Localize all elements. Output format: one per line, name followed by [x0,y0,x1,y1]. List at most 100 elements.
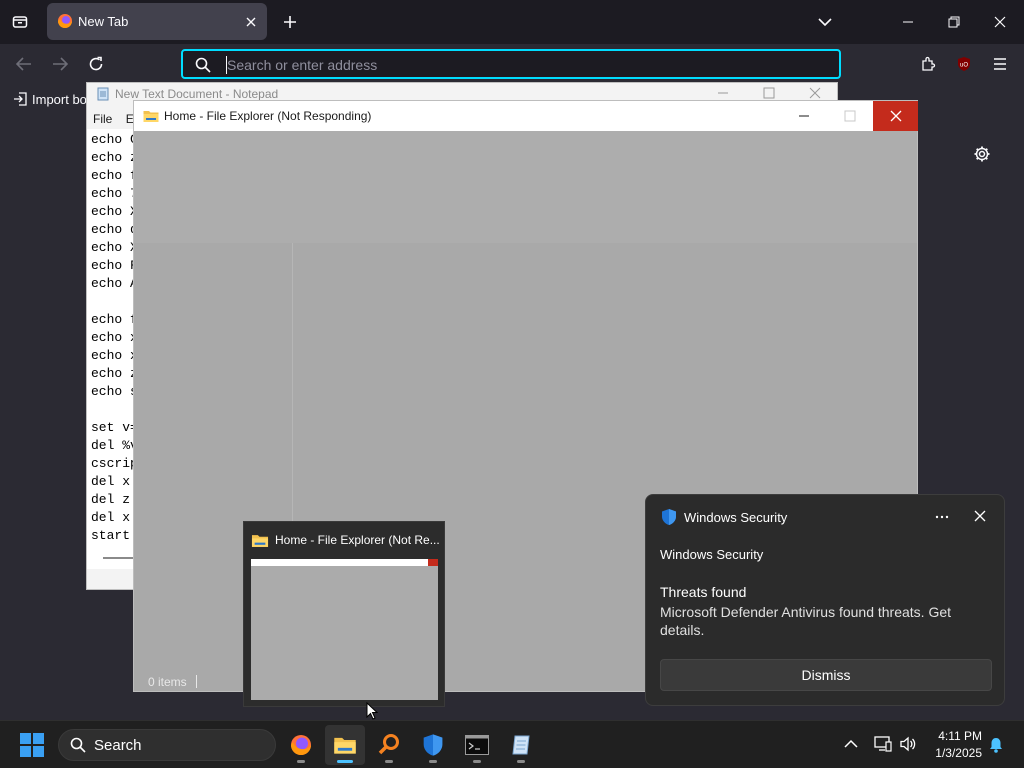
taskbar-search[interactable]: Search [58,729,276,761]
ublock-origin-icon[interactable]: uO [950,50,978,78]
folder-icon [251,533,269,548]
import-bookmarks-link[interactable]: Import bo [32,92,87,107]
text-line: start [91,528,138,543]
firefox-view-icon[interactable] [6,8,34,36]
search-icon [195,57,211,73]
text-line: cscrip [91,456,138,471]
taskbar-thumbnail[interactable]: Home - File Explorer (Not Re... [243,521,445,707]
menu-icon[interactable] [986,50,1014,78]
status-item-count: 0 items [148,675,187,689]
tab-new-tab[interactable]: New Tab [47,3,267,40]
text-line: echo F [91,258,138,273]
forward-arrow-icon[interactable] [46,50,74,78]
back-arrow-icon[interactable] [10,50,38,78]
notification-heading: Threats found [660,584,747,600]
windows-security-icon[interactable] [413,725,453,765]
browser-tabstrip: New Tab [0,0,1024,44]
start-button[interactable] [20,733,44,757]
notification-bell-icon[interactable] [988,736,1004,754]
preview-titlebar [251,559,438,566]
text-line: echo 7 [91,186,138,201]
running-indicator [429,760,437,763]
text-line: echo f [91,168,138,183]
explorer-close-button[interactable] [873,101,918,131]
text-line: del x [91,510,138,525]
explorer-maximize-icon[interactable] [844,110,856,122]
text-line: echo d [91,222,138,237]
notepad-icon [96,87,110,101]
file-explorer-icon[interactable] [325,725,365,765]
search-icon [70,737,86,753]
running-indicator [473,760,481,763]
notification-header: Windows Security [660,547,764,562]
notepad-minimize-icon[interactable] [717,87,729,99]
restore-icon[interactable] [940,8,968,36]
terminal-icon[interactable] [457,725,497,765]
minimize-icon[interactable] [894,8,922,36]
chevron-up-icon[interactable] [844,739,858,749]
notification-app-name: Windows Security [684,510,788,525]
search-tool-icon[interactable] [369,725,409,765]
close-icon[interactable] [974,510,986,522]
text-line: echo A [91,276,138,291]
more-options-icon[interactable] [932,509,952,525]
notification-body: Microsoft Defender Antivirus found threa… [660,604,952,638]
text-line: echo C [91,132,138,147]
close-tab-icon[interactable] [237,8,265,36]
notepad-icon[interactable] [501,725,541,765]
firefox-tab-icon [57,13,73,29]
address-placeholder: Search or enter address [227,57,378,73]
settings-gear-icon[interactable] [968,140,996,168]
address-bar[interactable]: Search or enter address [181,49,841,79]
reload-icon[interactable] [82,50,110,78]
text-line: echo z [91,150,138,165]
text-line: echo X [91,240,138,255]
active-indicator [337,760,353,763]
explorer-toolbar-area [134,131,917,243]
menu-file[interactable]: File [93,112,112,126]
running-indicator [385,760,393,763]
running-indicator [297,760,305,763]
clock-date[interactable]: 1/3/2025 [926,746,982,760]
explorer-minimize-icon[interactable] [798,110,810,122]
running-indicator [517,760,525,763]
notepad-close-icon[interactable] [809,87,821,99]
thumbnail-title: Home - File Explorer (Not Re... [275,533,440,547]
horizontal-scrollbar[interactable] [103,557,133,559]
shield-icon [661,508,677,526]
import-icon [13,92,27,106]
firefox-icon[interactable] [281,725,321,765]
notepad-title: New Text Document - Notepad [115,87,279,101]
dismiss-button[interactable]: Dismiss [660,659,992,691]
thumbnail-preview[interactable] [251,559,438,700]
notepad-maximize-icon[interactable] [763,87,775,99]
text-line: echo X [91,204,138,219]
text-line: del z. [91,492,138,507]
preview-close [428,559,438,566]
close-icon [890,110,901,122]
clock-time[interactable]: 4:11 PM [926,729,982,743]
text-line: echo x [91,348,138,363]
close-window-icon[interactable] [986,8,1014,36]
list-tabs-icon[interactable] [811,8,839,36]
tab-title: New Tab [78,14,129,29]
file-explorer-titlebar[interactable]: Home - File Explorer (Not Responding) [134,101,918,131]
text-line: set v= [91,420,138,435]
file-explorer-title: Home - File Explorer (Not Responding) [164,109,372,123]
text-line: echo z [91,366,138,381]
folder-icon [143,109,159,123]
mouse-pointer-icon [366,702,378,720]
windows-logo-icon [20,733,44,757]
network-icon[interactable] [874,736,892,752]
volume-icon[interactable] [899,736,917,752]
text-line: echo f [91,312,138,327]
extensions-icon[interactable] [914,50,942,78]
security-notification[interactable]: Windows Security Windows Security Threat… [645,494,1005,706]
text-line: echo x [91,330,138,345]
text-line: del x. [91,474,138,489]
taskbar: Search 4:11 PM 1/3/2025 [0,720,1024,768]
text-line: echo s [91,384,138,399]
text-line: del %v [91,438,138,453]
new-tab-icon[interactable] [276,8,304,36]
svg-text:uO: uO [960,63,968,69]
